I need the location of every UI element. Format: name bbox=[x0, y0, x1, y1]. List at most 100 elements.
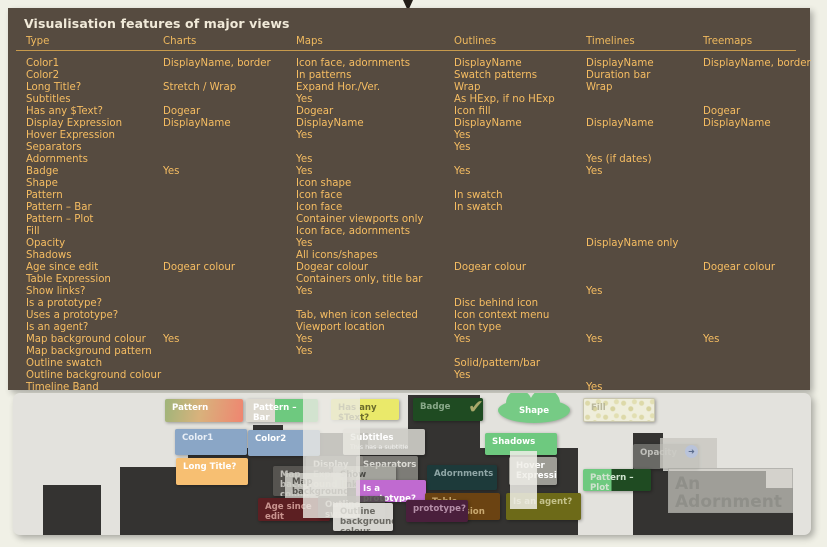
canvas-card[interactable]: Fill bbox=[583, 398, 655, 422]
table-cell: Icon type bbox=[454, 322, 502, 333]
table-cell: Yes (if dates) bbox=[586, 154, 652, 165]
table-cell: Icon context menu bbox=[454, 310, 550, 321]
table-cell: Yes bbox=[296, 286, 313, 297]
canvas-card-subtitle: This has a subtitle bbox=[350, 443, 409, 451]
silhouette-block-1 bbox=[43, 485, 101, 535]
table-cell: DisplayName, border bbox=[163, 58, 271, 69]
row-label: Fill bbox=[26, 226, 40, 237]
table-cell: Dogear colour bbox=[163, 262, 236, 273]
check-icon: ✔ bbox=[468, 396, 484, 418]
table-cell: Icon fill bbox=[454, 106, 491, 117]
row-label: Pattern – Bar bbox=[26, 202, 92, 213]
table-cell: Yes bbox=[296, 166, 313, 177]
table-cell: DisplayName bbox=[586, 58, 654, 69]
table-cell: Dogear colour bbox=[703, 262, 776, 273]
arrow-right-icon[interactable]: ➜ bbox=[685, 445, 698, 458]
table-cell: Yes bbox=[454, 130, 471, 141]
features-table: Type Charts Maps Outlines Timelines Treemaps C… bbox=[18, 36, 811, 393]
row-label: Age since edit bbox=[26, 262, 99, 273]
row-label: Color2 bbox=[26, 70, 60, 81]
row-label: Opacity bbox=[26, 238, 66, 249]
table-cell: Yes bbox=[296, 238, 313, 249]
row-label: Is a prototype? bbox=[26, 298, 103, 309]
row-label: Map background colour bbox=[26, 334, 146, 345]
canvas-card-label: Pattern bbox=[172, 403, 209, 413]
table-cell: DisplayName bbox=[163, 118, 231, 129]
canvas-card[interactable]: Pattern bbox=[165, 399, 243, 422]
row-label: Adornments bbox=[26, 154, 88, 165]
table-cell: Stretch / Wrap bbox=[163, 82, 237, 93]
canvas-card[interactable]: Color1 bbox=[175, 429, 247, 455]
table-cell: Yes bbox=[163, 166, 180, 177]
table-cell: DisplayName bbox=[454, 118, 522, 129]
canvas-card-label: Pattern – Bar bbox=[253, 403, 297, 422]
table-cell: Dogear colour bbox=[454, 262, 527, 273]
table-cell: Yes bbox=[586, 286, 603, 297]
row-label: Uses a prototype? bbox=[26, 310, 119, 321]
row-label: Has any $Text? bbox=[26, 106, 103, 117]
row-label: Hover Expression bbox=[26, 130, 115, 141]
table-cell: Duration bar bbox=[586, 70, 651, 81]
table-cell: DisplayName bbox=[586, 118, 654, 129]
canvas-card-label: prototype? bbox=[413, 504, 466, 514]
canvas-card[interactable]: Adornments bbox=[427, 465, 497, 490]
table-cell: All icons/shapes bbox=[296, 250, 378, 261]
table-cell: Yes bbox=[296, 334, 313, 345]
adornment-ghost-label: An Adornment bbox=[675, 474, 782, 512]
table-cell: Yes bbox=[296, 154, 313, 165]
canvas-card-label: Long Title? bbox=[183, 462, 237, 472]
row-label: Show links? bbox=[26, 286, 86, 297]
row-label: Display Expression bbox=[26, 118, 123, 129]
table-cell: DisplayName bbox=[703, 118, 771, 129]
table-cell: Yes bbox=[454, 334, 471, 345]
table-cell: Dogear colour bbox=[296, 262, 369, 273]
table-cell: Dogear bbox=[703, 106, 741, 117]
row-label: Is an agent? bbox=[26, 322, 89, 333]
canvas-card-label: Fill bbox=[591, 403, 606, 413]
canvas-card[interactable]: Long Title? bbox=[176, 458, 248, 485]
table-cell: Yes bbox=[454, 166, 471, 177]
table-cell: Wrap bbox=[454, 82, 481, 93]
table-cell: DisplayName bbox=[296, 118, 364, 129]
row-label: Badge bbox=[26, 166, 59, 177]
canvas-card-label: Pattern – Plot bbox=[590, 473, 634, 491]
table-cell: Container viewports only bbox=[296, 214, 424, 225]
table-cell: Icon face, adornments bbox=[296, 226, 411, 237]
canvas-card[interactable]: Pattern – Plot bbox=[583, 469, 651, 491]
table-cell: In swatch bbox=[454, 190, 503, 201]
table-cell: Viewport location bbox=[296, 322, 385, 333]
row-label: Outline background colour bbox=[26, 370, 162, 381]
column-header-timelines[interactable]: Timelines bbox=[586, 36, 635, 48]
table-cell: Disc behind icon bbox=[454, 298, 539, 309]
table-cell: Dogear bbox=[296, 106, 334, 117]
arrow-glyph: ➜ bbox=[688, 447, 695, 456]
overlay-pale-2 bbox=[510, 451, 537, 509]
column-header-charts[interactable]: Charts bbox=[163, 36, 196, 48]
row-label: Subtitles bbox=[26, 94, 71, 105]
table-cell: Yes bbox=[586, 334, 603, 345]
table-cell: Wrap bbox=[586, 82, 613, 93]
table-cell: Icon face bbox=[296, 202, 343, 213]
row-label: Pattern bbox=[26, 190, 63, 201]
table-cell: Solid/pattern/bar bbox=[454, 358, 541, 369]
column-header-maps[interactable]: Maps bbox=[296, 36, 323, 48]
table-cell: DisplayName only bbox=[586, 238, 679, 249]
table-cell: As HExp, if no HExp bbox=[454, 94, 555, 105]
column-header-treemaps[interactable]: Treemaps bbox=[703, 36, 752, 48]
table-cell: DisplayName bbox=[454, 58, 522, 69]
row-label: Table Expression bbox=[26, 274, 111, 285]
shape-cloud-label: Shape bbox=[518, 406, 550, 416]
table-cell: DisplayName, border bbox=[703, 58, 811, 69]
table-cell: Swatch patterns bbox=[454, 70, 538, 81]
overlay-pale-1 bbox=[303, 393, 360, 518]
canvas-card[interactable]: prototype? bbox=[406, 500, 468, 522]
table-cell: Expand Hor./Ver. bbox=[296, 82, 381, 93]
shape-cloud[interactable]: Shape bbox=[498, 393, 570, 423]
row-label: Separators bbox=[26, 142, 82, 153]
table-cell: Icon face bbox=[296, 190, 343, 201]
table-cell: In swatch bbox=[454, 202, 503, 213]
column-header-type[interactable]: Type bbox=[26, 36, 49, 48]
canvas-card-label: Adornments bbox=[434, 469, 494, 479]
features-table-panel: Visualisation features of major views Ty… bbox=[8, 8, 811, 393]
column-header-outlines[interactable]: Outlines bbox=[454, 36, 496, 48]
